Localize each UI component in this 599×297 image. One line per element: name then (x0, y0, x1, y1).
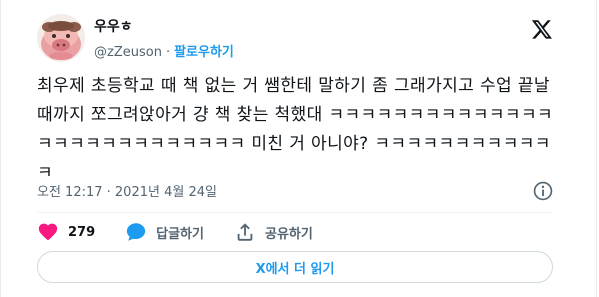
author-handle-row: @zZeuson · 팔로우하기 (94, 41, 234, 60)
info-icon[interactable] (532, 180, 554, 202)
like-button[interactable]: 279 (37, 221, 95, 243)
share-upload-icon (237, 223, 253, 241)
read-more-button[interactable]: X에서 더 읽기 (37, 251, 553, 283)
avatar[interactable] (37, 14, 85, 62)
tweet-timestamp[interactable]: 오전 12:17 · 2021년 4월 24일 (37, 181, 217, 200)
share-label: 공유하기 (264, 226, 313, 242)
like-count: 279 (68, 224, 96, 240)
x-logo-icon[interactable] (531, 18, 553, 40)
author-handle[interactable]: @zZeuson (94, 45, 162, 60)
heart-icon (38, 223, 58, 241)
action-bar: 279 답글하기 공유하기 (37, 218, 343, 246)
avatar-image (37, 14, 85, 62)
tweet-text: 최우제 초등학교 때 책 없는 거 쌤한테 말하기 좀 그래가지고 수업 끝날 … (37, 76, 554, 183)
divider (37, 212, 553, 213)
separator-dot: · (165, 45, 171, 60)
author-name[interactable]: 우우ㅎ (94, 16, 133, 36)
share-button[interactable]: 공유하기 (234, 221, 313, 243)
tweet-embed-card: 우우ㅎ @zZeuson · 팔로우하기 최우제 초등학교 때 책 없는 거 쌤한테… (0, 0, 597, 297)
speech-bubble-icon (126, 223, 146, 241)
reply-label: 답글하기 (156, 226, 204, 242)
reply-button[interactable]: 답글하기 (125, 221, 204, 243)
follow-link[interactable]: 팔로우하기 (174, 45, 234, 60)
